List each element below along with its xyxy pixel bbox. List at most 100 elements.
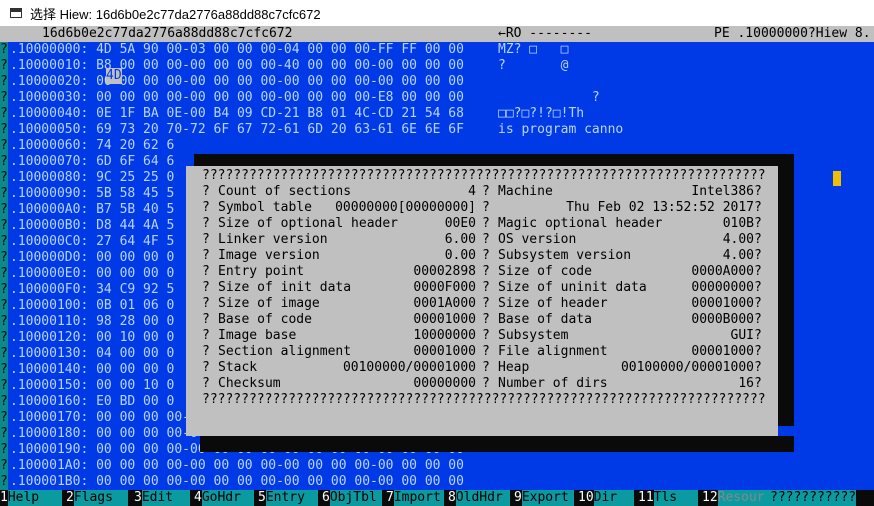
- hex-bytes: .100000F0: 34 C9 92 5: [10, 282, 175, 297]
- fkey-edit[interactable]: 3Edit: [134, 490, 190, 506]
- hex-line[interactable]: ? .100001A0: 00 00 00 00-00 00 00 00-00 0…: [0, 458, 874, 474]
- fkey-number: 4: [194, 490, 202, 505]
- pe-field-row: ? Count of sections 4? Machine Intel386?: [186, 184, 778, 200]
- field-value: 16: [738, 376, 754, 391]
- hex-line[interactable]: ? .10000050: 69 73 20 70-72 6F 67 72-61 6…: [0, 122, 874, 138]
- line-marker: ?: [0, 106, 8, 122]
- field-value: 0001A000: [413, 296, 476, 311]
- fkey-label: OldHdr: [455, 490, 510, 506]
- dialog-divider: ?: [482, 200, 490, 215]
- fkey-label: ObjTbl: [329, 490, 382, 506]
- hex-bytes: .10000010: B8 00 00 00-00 00 00 00-40 00…: [10, 58, 464, 73]
- dialog-border-left: ?: [202, 296, 210, 311]
- line-marker: ?: [0, 74, 8, 90]
- dialog-border-bottom: ????????????????????????????????????????…: [186, 392, 778, 408]
- fkey-label: Flags: [73, 490, 128, 506]
- fkey-dir[interactable]: 10Dir: [578, 490, 634, 506]
- fkey-number: 11: [638, 490, 654, 505]
- function-key-bar: 1Help 2Flags 3Edit 4GoHdr 5Entry 6ObjTbl 7Impo…: [0, 490, 874, 506]
- hex-line[interactable]: ? .10000040: 0E 1F BA 0E-00 B4 09 CD-21 B…: [0, 106, 874, 122]
- field-value: 00001000: [413, 344, 476, 359]
- hex-bytes: .100000D0: 00 00 00 0: [10, 250, 175, 265]
- fkey-number: 5: [258, 490, 266, 505]
- fkey-flags[interactable]: 2Flags: [66, 490, 128, 506]
- field-label: Checksum: [218, 376, 281, 391]
- hex-bytes: .10000080: 9C 25 25 0: [10, 170, 175, 185]
- line-marker: ?: [0, 250, 8, 266]
- fkey-number: 8: [448, 490, 456, 505]
- fkey-export[interactable]: 9Export: [514, 490, 574, 506]
- line-marker: ?: [0, 42, 8, 58]
- field-value: 4.00: [722, 232, 754, 247]
- pe-field-row: ? Size of init data 0000F000? Size of unini…: [186, 280, 778, 296]
- fkey-entry[interactable]: 5Entry: [258, 490, 318, 506]
- line-marker: ?: [0, 458, 8, 474]
- line-marker: ?: [0, 234, 8, 250]
- field-value: 4: [468, 184, 476, 199]
- dialog-border-right: ?: [754, 216, 762, 231]
- field-label: Stack: [218, 360, 258, 375]
- field-value: 00002898: [413, 264, 476, 279]
- pe-field-row: ? Linker version 6.00? OS version 4.00?: [186, 232, 778, 248]
- fkey-label: Help: [7, 490, 62, 506]
- hex-bytes: .10000100: 0B 01 06 0: [10, 298, 175, 313]
- field-value: 0.00: [444, 248, 476, 263]
- fkey-resour[interactable]: 12Resour: [702, 490, 770, 506]
- fkey-help[interactable]: 1Help: [0, 490, 62, 506]
- line-marker: ?: [0, 330, 8, 346]
- dialog-border-top: ????????????????????????????????????????…: [186, 168, 778, 184]
- hex-line[interactable]: ? .10000010: B8 00 00 00-00 00 00 00-40 0…: [0, 58, 874, 74]
- status-format: PE .10000000?Hiew 8.: [714, 26, 871, 41]
- line-marker: ?: [0, 346, 8, 362]
- pe-field-row: ? Base of code 00001000? Base of data 0000B0…: [186, 312, 778, 328]
- dialog-divider: ?: [482, 344, 490, 359]
- status-filename: 16d6b0e2c77da2776a88dd88c7cfc672: [42, 26, 293, 41]
- dialog-border-left: ?: [202, 200, 210, 215]
- ascii-text: is program canno: [498, 122, 624, 137]
- field-label: Size of init data: [218, 280, 352, 295]
- field-label: Size of code: [498, 264, 592, 279]
- dialog-border-left: ?: [202, 328, 210, 343]
- status-bar: 16d6b0e2c77da2776a88dd88c7cfc672 ←RO ---…: [0, 26, 874, 42]
- field-value: 4.00: [722, 248, 754, 263]
- hex-line[interactable]: ? .10000030: 00 00 00 00-00 00 00 00-00 0…: [0, 90, 874, 106]
- dialog-border-right: ?: [754, 328, 762, 343]
- dialog-border-right: ?: [754, 264, 762, 279]
- field-label: Size of image: [218, 296, 320, 311]
- field-label: Subsystem: [498, 328, 569, 343]
- field-label: Image base: [218, 328, 297, 343]
- dialog-divider: ?: [482, 376, 490, 391]
- fkey-label: Edit: [141, 490, 190, 506]
- fkey-gohdr[interactable]: 4GoHdr: [194, 490, 254, 506]
- dialog-divider: ?: [482, 232, 490, 247]
- fkey-number: 6: [322, 490, 330, 505]
- fkey-oldhdr[interactable]: 8OldHdr: [448, 490, 510, 506]
- field-label: Linker version: [218, 232, 328, 247]
- field-label: Size of uninit data: [498, 280, 647, 295]
- hex-line[interactable]: ? .10000020: 00 00 00 00-00 00 00 00-00 0…: [0, 74, 874, 90]
- hex-line[interactable]: ? .10000000: 4D 5A 90 00-03 00 00 00-04 0…: [0, 42, 874, 58]
- hiew-console[interactable]: 16d6b0e2c77da2776a88dd88c7cfc672 ←RO ---…: [0, 26, 874, 506]
- pe-field-row: ? Symbol table 00000000[00000000]? Thu Feb …: [186, 200, 778, 216]
- ascii-text: ?: [498, 90, 600, 105]
- fkey-number: 3: [134, 490, 142, 505]
- hex-cursor: 4D: [106, 68, 122, 84]
- field-label: File alignment: [498, 344, 608, 359]
- fkey-objtbl[interactable]: 6ObjTbl: [322, 490, 382, 506]
- pe-field-row: ? Entry point 00002898? Size of code 0000A00…: [186, 264, 778, 280]
- fkey-overflow: ???????????: [770, 490, 857, 506]
- field-label: OS version: [498, 232, 577, 247]
- hex-line[interactable]: ? .10000060: 74 20 62 6: [0, 138, 874, 154]
- window-title: 选择 Hiew: 16d6b0e2c77da2776a88dd88c7cfc67…: [30, 6, 321, 22]
- field-label: Image version: [218, 248, 320, 263]
- field-value: 0000A000: [691, 264, 754, 279]
- hex-line[interactable]: ? .100001B0: 00 00 00 00-00 00 00 00-00 0…: [0, 474, 874, 490]
- field-value: 00E0: [444, 216, 476, 231]
- field-value: 0000F000: [413, 280, 476, 295]
- field-value: GUI: [730, 328, 754, 343]
- fkey-number: 9: [514, 490, 522, 505]
- fkey-tls[interactable]: 11Tls: [638, 490, 698, 506]
- dialog-border-right: ?: [754, 200, 762, 215]
- dialog-border-right: ?: [754, 232, 762, 247]
- fkey-import[interactable]: 7Import: [386, 490, 444, 506]
